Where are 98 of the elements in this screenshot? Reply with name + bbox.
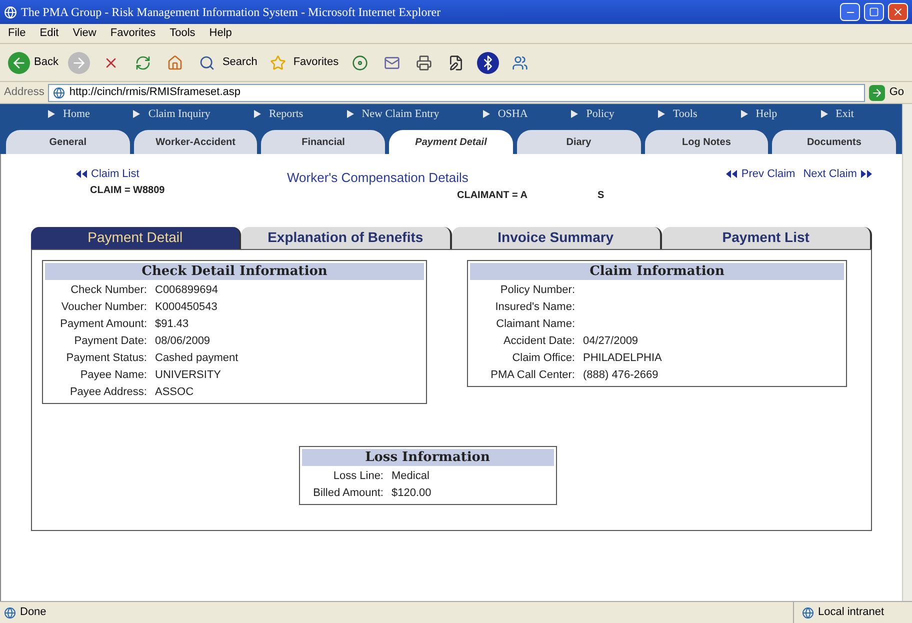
field-value: 04/27/2009 [583,334,638,348]
triangle-icon [48,110,55,118]
nav-link[interactable]: Tools [658,106,698,122]
field-label: Payee Address: [68,384,148,400]
prev-claim-link[interactable]: Prev Claim [726,166,796,182]
field-value: UNIVERSITY [155,368,222,382]
panel-title: Check Detail Information [45,262,424,280]
close-icon [892,6,904,18]
field-value: PHILADELPHIA [583,350,662,366]
field-value: K000450543 [155,300,218,314]
field-label: Payment Date: [73,334,148,348]
address-field[interactable]: http://cinch/rmis/RMISframeset.asp [48,84,866,102]
tab[interactable]: Invoice Summary [452,226,662,248]
menu-item[interactable]: Edit [40,25,59,42]
field-label: PMA Call Center: [490,368,576,382]
triangle-icon [571,110,578,118]
zone-text: Local intranet [818,605,886,620]
field-label: Voucher Number: [60,300,148,314]
field-label: Loss Line: [332,468,384,484]
tab[interactable]: Worker-Accident [134,130,258,154]
field-label: Payment Status: [65,350,148,366]
double-arrow-icon [726,170,738,178]
forward-icon [68,52,90,74]
panel-title: Loss Information [302,448,554,466]
claim-number: CLAIM = W8809 [89,184,165,198]
field-label: Billed Amount: [312,486,384,500]
nav-link[interactable]: Policy [571,106,614,122]
field-value: C006899694 [155,282,218,298]
tab[interactable]: Diary [516,130,641,154]
field-value: 08/06/2009 [155,334,210,348]
menu-item[interactable]: Tools [170,25,196,42]
menu-item[interactable]: View [72,25,96,42]
field-value: ASSOC [155,384,194,400]
field-label: Insured's Name: [494,300,576,314]
address-label: Address [4,85,44,100]
tab[interactable]: Payment Detail [389,130,513,154]
field-label: Claimant Name: [495,316,576,332]
field-label: Policy Number: [499,282,576,298]
tab[interactable]: Explanation of Benefits [241,226,452,248]
triangle-icon [482,110,490,118]
field-value: (888) 476-2669 [583,368,658,382]
field-value: $91.43 [155,316,189,332]
field-value: $120.00 [392,486,432,500]
nav-link[interactable]: Help [740,106,778,122]
tab[interactable]: Financial [261,130,386,154]
menu-item[interactable]: Help [209,25,232,42]
maximize-button[interactable] [864,3,884,21]
field-value: Cashed payment [155,350,238,366]
field-value: Medical [392,468,430,484]
double-arrow-icon [76,170,87,178]
menu-item[interactable]: File [8,25,26,42]
tab[interactable]: General [6,130,130,154]
triangle-icon [658,110,665,118]
field-label: Payee Name: [79,368,148,382]
nav-link[interactable]: Exit [820,106,854,122]
globe-icon [53,86,66,98]
next-claim-link[interactable]: Next Claim [803,166,872,182]
triangle-icon [740,110,748,118]
toolbar-button[interactable]: Search [196,48,258,76]
toolbar-button[interactable]: Favorites [267,48,339,76]
nav-link[interactable]: Reports [254,106,304,122]
claim-list-link[interactable]: Claim List [76,166,165,182]
tab[interactable]: Payment List [662,226,872,248]
menu-item[interactable]: Favorites [110,25,156,42]
nav-link[interactable]: OSHA [482,106,528,122]
nav-link[interactable]: New Claim Entry [346,106,440,122]
network-icon [802,606,814,618]
back-icon [8,52,30,74]
nav-link[interactable]: Claim Inquiry [133,106,210,122]
window-icon [4,6,17,18]
minimize-button[interactable] [840,3,860,21]
claimant-name: S [597,188,604,202]
triangle-icon [346,110,354,118]
page-heading: Worker's Compensation Details [287,169,468,187]
tab[interactable]: Payment Detail [31,226,242,248]
field-label: Payment Amount: [59,316,148,332]
window-title: The PMA Group - Risk Management Information System - Microsoft Internet Explorer [21,4,442,21]
bluetooth-icon [476,52,499,74]
tab[interactable]: Documents [772,130,896,154]
triangle-icon [133,110,140,118]
triangle-icon [820,110,828,118]
close-button[interactable] [888,3,908,21]
panel-title: Claim Information [470,262,844,280]
go-button[interactable]: Go [869,84,908,101]
go-arrow-icon [871,86,884,98]
scroll-bar[interactable] [902,104,912,601]
field-label: Check Number: [70,282,148,298]
toolbar-button[interactable]: Back [8,48,58,76]
page-icon [4,606,16,618]
double-arrow-icon [860,170,872,178]
status-text: Done [20,605,48,620]
field-label: Claim Office: [511,350,576,366]
field-label: Accident Date: [502,334,576,348]
maximize-icon [869,7,879,17]
nav-link[interactable]: Home [48,106,90,122]
triangle-icon [254,110,261,118]
claimant-name: CLAIMANT = A [457,188,528,202]
tab[interactable]: Log Notes [644,130,768,154]
